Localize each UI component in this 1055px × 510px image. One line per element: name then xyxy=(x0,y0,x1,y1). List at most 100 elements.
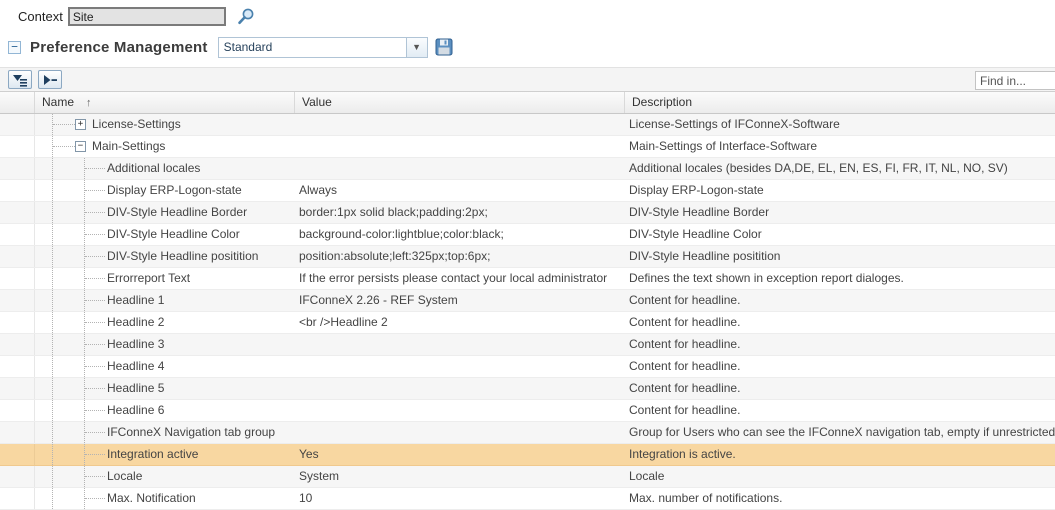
row-selector-cell[interactable] xyxy=(0,422,35,443)
header-name-column[interactable]: Name↑ xyxy=(35,92,295,113)
pref-name-cell: DIV-Style Headline Color xyxy=(35,224,295,245)
tree-guide-line xyxy=(52,334,53,355)
row-selector-cell[interactable] xyxy=(0,224,35,245)
table-row[interactable]: +License-SettingsLicense-Settings of IFC… xyxy=(0,114,1055,136)
table-row[interactable]: DIV-Style Headline Borderborder:1px soli… xyxy=(0,202,1055,224)
table-row[interactable]: Headline 3Content for headline. xyxy=(0,334,1055,356)
table-row[interactable]: Integration activeYesIntegration is acti… xyxy=(0,444,1055,466)
tree-connector-line xyxy=(85,410,105,411)
row-selector-cell[interactable] xyxy=(0,202,35,223)
pref-value-cell: Always xyxy=(295,180,625,201)
pref-description-cell: Content for headline. xyxy=(625,290,1055,311)
tree-guide-line xyxy=(52,224,53,245)
tree-guide-line xyxy=(52,422,53,443)
table-row[interactable]: Headline 5Content for headline. xyxy=(0,378,1055,400)
pref-name-cell: IFConneX Navigation tab group xyxy=(35,422,295,443)
search-icon xyxy=(236,7,256,27)
tree-guide-line xyxy=(52,488,53,509)
pref-description-cell: Content for headline. xyxy=(625,356,1055,377)
table-row[interactable]: LocaleSystemLocale xyxy=(0,466,1055,488)
search-button[interactable] xyxy=(236,7,256,27)
find-input[interactable] xyxy=(975,71,1055,90)
pref-name-label: Integration active xyxy=(35,444,198,465)
table-row[interactable]: Errorreport TextIf the error persists pl… xyxy=(0,268,1055,290)
row-selector-cell[interactable] xyxy=(0,246,35,267)
table-row[interactable]: Headline 1IFConneX 2.26 - REF SystemCont… xyxy=(0,290,1055,312)
row-selector-cell[interactable] xyxy=(0,136,35,157)
pref-description-cell: DIV-Style Headline positition xyxy=(625,246,1055,267)
row-selector-cell[interactable] xyxy=(0,466,35,487)
save-icon xyxy=(435,38,453,56)
preset-select[interactable]: Standard ▼ xyxy=(218,37,428,58)
pref-value-cell: If the error persists please contact you… xyxy=(295,268,625,289)
tree-guide-line xyxy=(52,268,53,289)
table-row[interactable]: Additional localesAdditional locales (be… xyxy=(0,158,1055,180)
pref-name-label: Display ERP-Logon-state xyxy=(35,180,242,201)
expand-icon[interactable]: + xyxy=(75,119,86,130)
row-selector-cell[interactable] xyxy=(0,334,35,355)
collapse-all-button[interactable] xyxy=(38,70,62,89)
pref-description-cell: DIV-Style Headline Border xyxy=(625,202,1055,223)
pref-value-cell: System xyxy=(295,466,625,487)
table-row[interactable]: −Main-SettingsMain-Settings of Interface… xyxy=(0,136,1055,158)
row-selector-cell[interactable] xyxy=(0,290,35,311)
row-selector-cell[interactable] xyxy=(0,158,35,179)
pref-name-label: DIV-Style Headline Border xyxy=(35,202,247,223)
tree-connector-line xyxy=(85,168,105,169)
table-row[interactable]: IFConneX Navigation tab groupGroup for U… xyxy=(0,422,1055,444)
pref-name-cell: Headline 4 xyxy=(35,356,295,377)
row-selector-cell[interactable] xyxy=(0,268,35,289)
tree-connector-line xyxy=(53,146,75,147)
save-button[interactable] xyxy=(435,38,453,56)
filter-menu-button[interactable] xyxy=(8,70,32,89)
tree-connector-line xyxy=(85,212,105,213)
pref-name-cell: Headline 2 xyxy=(35,312,295,333)
row-selector-cell[interactable] xyxy=(0,488,35,509)
pref-value-cell: IFConneX 2.26 - REF System xyxy=(295,290,625,311)
table-row[interactable]: Display ERP-Logon-stateAlwaysDisplay ERP… xyxy=(0,180,1055,202)
pref-name-cell: Errorreport Text xyxy=(35,268,295,289)
preference-header: − Preference Management Standard ▼ xyxy=(0,35,1055,59)
table-row[interactable]: Headline 6Content for headline. xyxy=(0,400,1055,422)
tree-guide-line xyxy=(52,290,53,311)
filter-icon xyxy=(12,73,28,87)
row-selector-cell[interactable] xyxy=(0,312,35,333)
row-selector-cell[interactable] xyxy=(0,180,35,201)
table-row[interactable]: Headline 4 Content for headline. xyxy=(0,356,1055,378)
pref-name-cell: Max. Notification xyxy=(35,488,295,509)
tree-connector-line xyxy=(85,300,105,301)
header-description-column[interactable]: Description xyxy=(625,92,1055,113)
pref-value-cell xyxy=(295,136,625,157)
table-row[interactable]: Headline 2<br />Headline 2Content for he… xyxy=(0,312,1055,334)
row-selector-cell[interactable] xyxy=(0,400,35,421)
tree-guide-line xyxy=(52,246,53,267)
row-selector-cell[interactable] xyxy=(0,378,35,399)
tree-guide-line xyxy=(52,378,53,399)
table-row[interactable]: Max. Notification10Max. number of notifi… xyxy=(0,488,1055,510)
pref-description-cell: License-Settings of IFConneX-Software xyxy=(625,114,1055,135)
row-selector-cell[interactable] xyxy=(0,114,35,135)
pref-name-cell: Headline 6 xyxy=(35,400,295,421)
tree-guide-line xyxy=(52,400,53,421)
row-selector-cell[interactable] xyxy=(0,356,35,377)
table-row[interactable]: DIV-Style Headline posititionposition:ab… xyxy=(0,246,1055,268)
header-value-label: Value xyxy=(302,95,332,109)
tree-guide-line xyxy=(52,312,53,333)
collapse-icon[interactable]: − xyxy=(75,141,86,152)
chevron-down-icon[interactable]: ▼ xyxy=(406,38,427,57)
pref-value-cell xyxy=(295,422,625,443)
tree-guide-line xyxy=(52,158,53,179)
pref-value-cell: border:1px solid black;padding:2px; xyxy=(295,202,625,223)
pref-description-cell: Main-Settings of Interface-Software xyxy=(625,136,1055,157)
tree-connector-line xyxy=(85,388,105,389)
pref-description-cell: Display ERP-Logon-state xyxy=(625,180,1055,201)
tree-connector-line xyxy=(85,454,105,455)
table-row[interactable]: DIV-Style Headline Colorbackground-color… xyxy=(0,224,1055,246)
context-input[interactable] xyxy=(68,7,226,26)
header-value-column[interactable]: Value xyxy=(295,92,625,113)
row-selector-cell[interactable] xyxy=(0,444,35,465)
tree-connector-line xyxy=(85,234,105,235)
pref-name-cell: DIV-Style Headline Border xyxy=(35,202,295,223)
page-title: Preference Management xyxy=(30,39,208,56)
collapse-panel-icon[interactable]: − xyxy=(8,41,21,54)
